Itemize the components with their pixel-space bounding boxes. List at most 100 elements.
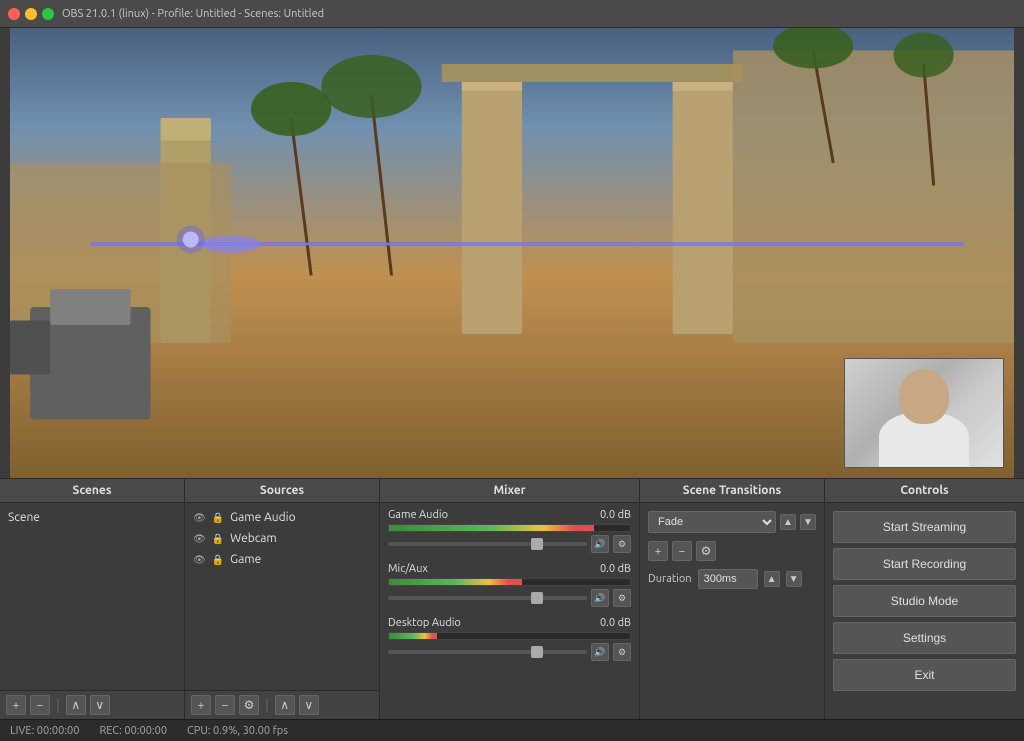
channel-settings-button[interactable]: ⚙ xyxy=(613,643,631,661)
sources-separator: | xyxy=(265,697,269,713)
mixer-content: Game Audio 0.0 dB 🔊 ⚙ Mic/ xyxy=(380,503,639,719)
meter-bar xyxy=(388,632,631,640)
fader-thumb[interactable] xyxy=(531,592,543,604)
mixer-header: Mixer xyxy=(380,479,639,503)
scenes-panel: Scenes Scene + − | ∧ ∨ xyxy=(0,479,185,719)
channel-name: Desktop Audio xyxy=(388,617,461,629)
transition-type-row: Fade ▲ ▼ xyxy=(648,511,816,533)
start-recording-button[interactable]: Start Recording xyxy=(833,548,1016,580)
duration-down[interactable]: ▼ xyxy=(786,571,802,587)
meter-inactive-level xyxy=(437,633,630,639)
visibility-icon: 👁 xyxy=(193,533,206,545)
fader-row: 🔊 ⚙ xyxy=(388,643,631,661)
mute-button[interactable]: 🔊 xyxy=(591,643,609,661)
fader-track[interactable] xyxy=(388,542,587,546)
controls-header: Controls xyxy=(825,479,1024,503)
transition-settings-button[interactable]: ⚙ xyxy=(696,541,716,561)
fader-track[interactable] xyxy=(388,596,587,600)
mute-button[interactable]: 🔊 xyxy=(591,535,609,553)
visibility-icon: 👁 xyxy=(193,512,206,524)
webcam-feed xyxy=(845,359,1003,467)
meter-inactive-level xyxy=(594,525,630,531)
sources-panel: Sources 👁 🔒 Game Audio 👁 🔒 Webcam 👁 🔒 Ga… xyxy=(185,479,380,719)
sources-up-button[interactable]: ∧ xyxy=(275,695,295,715)
transition-add-button[interactable]: + xyxy=(648,541,668,561)
source-label: Game Audio xyxy=(230,511,295,524)
fader-thumb[interactable] xyxy=(531,646,543,658)
transitions-toolbar: + − ⚙ xyxy=(648,541,816,561)
transition-type-down[interactable]: ▼ xyxy=(800,514,816,530)
transitions-panel: Scene Transitions Fade ▲ ▼ + − ⚙ Duratio… xyxy=(640,479,825,719)
controls-content: Start Streaming Start Recording Studio M… xyxy=(825,503,1024,699)
title-text: OBS 21.0.1 (linux) - Profile: Untitled -… xyxy=(62,8,324,20)
scenes-header: Scenes xyxy=(0,479,184,503)
settings-button[interactable]: Settings xyxy=(833,622,1016,654)
fader-track[interactable] xyxy=(388,650,587,654)
fader-thumb[interactable] xyxy=(531,538,543,550)
studio-mode-button[interactable]: Studio Mode xyxy=(833,585,1016,617)
meter-inactive-level xyxy=(522,579,630,585)
scenes-up-button[interactable]: ∧ xyxy=(66,695,86,715)
channel-name: Mic/Aux xyxy=(388,563,428,575)
transition-type-select[interactable]: Fade xyxy=(648,511,776,533)
lock-icon: 🔒 xyxy=(212,533,224,545)
meter-bar xyxy=(388,578,631,586)
close-button[interactable] xyxy=(8,8,20,20)
transitions-content: Fade ▲ ▼ + − ⚙ Duration ▲ ▼ xyxy=(640,503,824,719)
sources-settings-button[interactable]: ⚙ xyxy=(239,695,259,715)
sources-add-button[interactable]: + xyxy=(191,695,211,715)
mixer-panel: Mixer Game Audio 0.0 dB 🔊 ⚙ xyxy=(380,479,640,719)
duration-up[interactable]: ▲ xyxy=(764,571,780,587)
sources-down-button[interactable]: ∨ xyxy=(299,695,319,715)
fader-row: 🔊 ⚙ xyxy=(388,535,631,553)
maximize-button[interactable] xyxy=(42,8,54,20)
lock-icon: 🔒 xyxy=(212,512,224,524)
rec-status: REC: 00:00:00 xyxy=(99,725,167,737)
transition-remove-button[interactable]: − xyxy=(672,541,692,561)
channel-settings-button[interactable]: ⚙ xyxy=(613,535,631,553)
cpu-status: CPU: 0.9%, 30.00 fps xyxy=(187,725,288,737)
sources-remove-button[interactable]: − xyxy=(215,695,235,715)
meter-active-level xyxy=(389,579,522,585)
scene-item[interactable]: Scene xyxy=(0,507,184,528)
source-item-webcam[interactable]: 👁 🔒 Webcam xyxy=(185,528,379,549)
controls-panel: Controls Start Streaming Start Recording… xyxy=(825,479,1024,719)
scenes-remove-button[interactable]: − xyxy=(30,695,50,715)
duration-input[interactable] xyxy=(698,569,758,589)
mixer-channel-game-audio: Game Audio 0.0 dB 🔊 ⚙ xyxy=(388,509,631,553)
bottom-panels: Scenes Scene + − | ∧ ∨ Sources 👁 🔒 Game … xyxy=(0,478,1024,719)
window-controls[interactable] xyxy=(8,8,54,20)
sources-list: 👁 🔒 Game Audio 👁 🔒 Webcam 👁 🔒 Game xyxy=(185,503,379,690)
channel-settings-button[interactable]: ⚙ xyxy=(613,589,631,607)
meter-active-level xyxy=(389,525,594,531)
live-status: LIVE: 00:00:00 xyxy=(10,725,79,737)
source-label: Game xyxy=(230,553,261,566)
channel-name: Game Audio xyxy=(388,509,448,521)
lock-icon: 🔒 xyxy=(212,554,224,566)
titlebar: OBS 21.0.1 (linux) - Profile: Untitled -… xyxy=(0,0,1024,28)
scenes-toolbar: + − | ∧ ∨ xyxy=(0,690,184,719)
statusbar: LIVE: 00:00:00 REC: 00:00:00 CPU: 0.9%, … xyxy=(0,719,1024,741)
transition-type-up[interactable]: ▲ xyxy=(780,514,796,530)
meter-active-level xyxy=(389,633,437,639)
mixer-channel-mic-aux: Mic/Aux 0.0 dB 🔊 ⚙ xyxy=(388,563,631,607)
channel-db: 0.0 dB xyxy=(600,563,631,575)
source-item-game-audio[interactable]: 👁 🔒 Game Audio xyxy=(185,507,379,528)
duration-row: Duration ▲ ▼ xyxy=(648,569,816,589)
scenes-down-button[interactable]: ∨ xyxy=(90,695,110,715)
minimize-button[interactable] xyxy=(25,8,37,20)
start-streaming-button[interactable]: Start Streaming xyxy=(833,511,1016,543)
channel-db: 0.0 dB xyxy=(600,509,631,521)
webcam-overlay xyxy=(844,358,1004,468)
scenes-add-button[interactable]: + xyxy=(6,695,26,715)
mixer-channel-desktop-audio: Desktop Audio 0.0 dB 🔊 ⚙ xyxy=(388,617,631,661)
visibility-icon: 👁 xyxy=(193,554,206,566)
source-item-game[interactable]: 👁 🔒 Game xyxy=(185,549,379,570)
sources-toolbar: + − ⚙ | ∧ ∨ xyxy=(185,690,379,719)
preview-area xyxy=(10,28,1014,478)
exit-button[interactable]: Exit xyxy=(833,659,1016,691)
meter-bar xyxy=(388,524,631,532)
scenes-list: Scene xyxy=(0,503,184,690)
mute-button[interactable]: 🔊 xyxy=(591,589,609,607)
duration-label: Duration xyxy=(648,573,692,585)
